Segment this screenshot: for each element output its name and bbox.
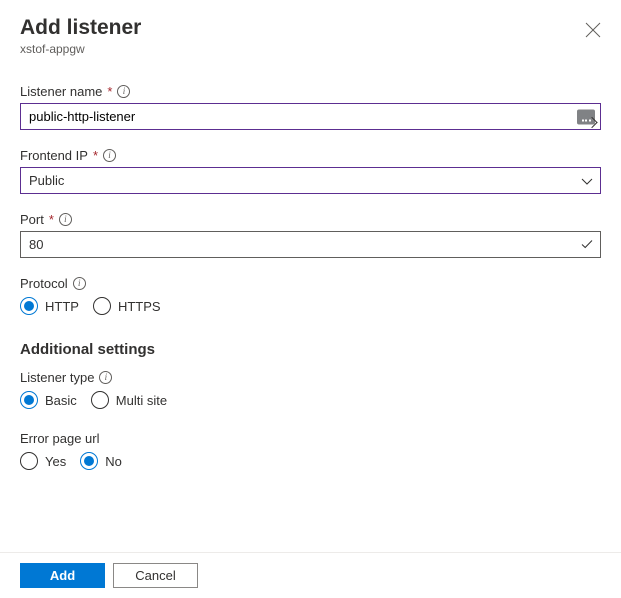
required-indicator: *: [93, 148, 98, 163]
port-label: Port: [20, 212, 44, 227]
radio-label: HTTPS: [118, 299, 161, 314]
info-icon[interactable]: i: [73, 277, 86, 290]
info-icon[interactable]: i: [59, 213, 72, 226]
radio-icon: [93, 297, 111, 315]
frontend-ip-select[interactable]: Public: [20, 167, 601, 194]
radio-label: No: [105, 454, 122, 469]
info-icon[interactable]: i: [103, 149, 116, 162]
required-indicator: *: [49, 212, 54, 227]
port-select[interactable]: 80: [20, 231, 601, 258]
close-button[interactable]: [585, 22, 601, 38]
radio-label: Multi site: [116, 393, 167, 408]
listener-name-label: Listener name: [20, 84, 102, 99]
radio-label: Basic: [45, 393, 77, 408]
listener-name-input[interactable]: [20, 103, 601, 130]
info-icon[interactable]: i: [99, 371, 112, 384]
breadcrumb: xstof-appgw: [20, 42, 141, 56]
listener-type-basic-radio[interactable]: Basic: [20, 391, 77, 409]
additional-settings-heading: Additional settings: [20, 341, 601, 358]
radio-label: HTTP: [45, 299, 79, 314]
error-page-url-label: Error page url: [20, 431, 99, 446]
radio-icon: [91, 391, 109, 409]
error-page-yes-radio[interactable]: Yes: [20, 452, 66, 470]
add-button[interactable]: Add: [20, 563, 105, 588]
listener-type-label: Listener type: [20, 370, 94, 385]
radio-label: Yes: [45, 454, 66, 469]
error-page-no-radio[interactable]: No: [80, 452, 122, 470]
radio-icon: [80, 452, 98, 470]
cancel-button[interactable]: Cancel: [113, 563, 198, 588]
required-indicator: *: [107, 84, 112, 99]
radio-icon: [20, 391, 38, 409]
frontend-ip-label: Frontend IP: [20, 148, 88, 163]
radio-icon: [20, 297, 38, 315]
listener-type-multi-radio[interactable]: Multi site: [91, 391, 167, 409]
page-title: Add listener: [20, 16, 141, 40]
protocol-label: Protocol: [20, 276, 68, 291]
protocol-http-radio[interactable]: HTTP: [20, 297, 79, 315]
radio-icon: [20, 452, 38, 470]
close-icon: [585, 22, 601, 38]
protocol-https-radio[interactable]: HTTPS: [93, 297, 161, 315]
info-icon[interactable]: i: [117, 85, 130, 98]
password-manager-icon[interactable]: [577, 109, 595, 124]
